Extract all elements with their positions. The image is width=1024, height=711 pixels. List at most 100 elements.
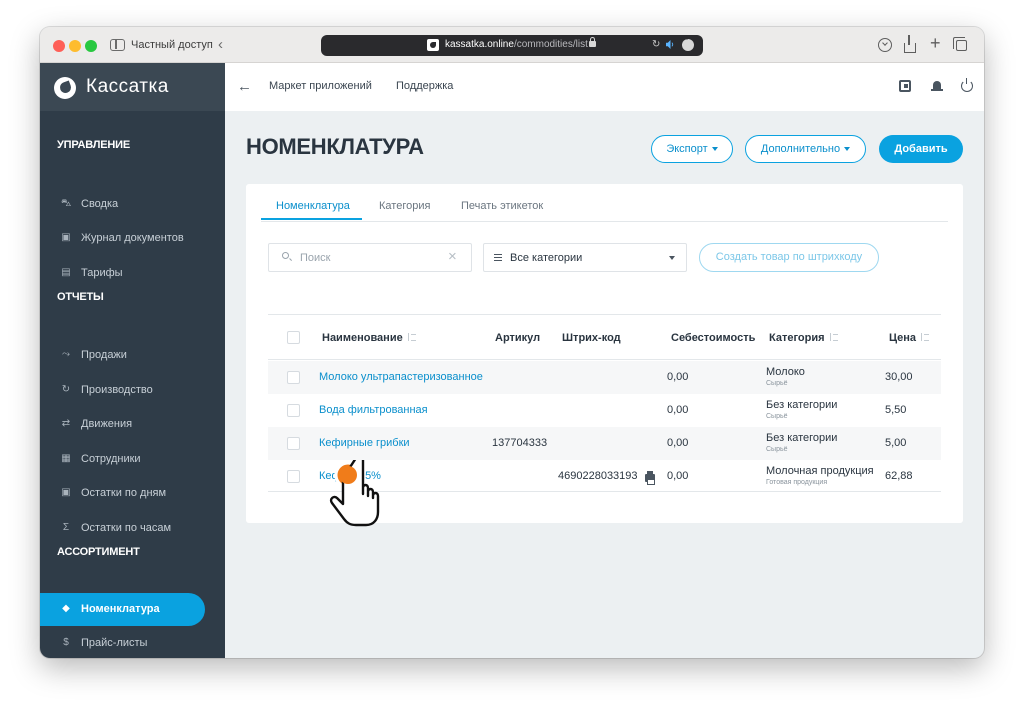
- sidebar-item-sales[interactable]: ⤳ Продажи: [40, 341, 225, 371]
- section-title-assortment: АССОРТИМЕНТ: [57, 546, 140, 558]
- export-button-label: Экспорт: [666, 143, 708, 155]
- sidebar-item-label: Производство: [81, 384, 153, 396]
- wallet-icon[interactable]: [899, 80, 911, 92]
- sidebar-item-stock-by-day[interactable]: ▣ Остатки по дням: [40, 479, 225, 509]
- sort-icon[interactable]: [921, 333, 930, 341]
- sidebar-item-tariffs[interactable]: ▤ Тарифы: [40, 259, 225, 289]
- tab-category[interactable]: Категория: [379, 200, 430, 212]
- calendar-icon: ▣: [61, 232, 71, 243]
- tab-label-printing[interactable]: Печать этикеток: [461, 200, 543, 212]
- table-header-divider: [268, 359, 941, 360]
- tag-icon: ◆: [62, 603, 70, 614]
- share-icon[interactable]: [904, 35, 916, 53]
- app-header: ← Маркет приложений Поддержка: [225, 63, 984, 111]
- search-placeholder: Поиск: [300, 252, 331, 264]
- trend-icon: ⤳: [62, 349, 70, 360]
- url-domain: kassatka.online: [445, 39, 514, 50]
- audio-icon[interactable]: [666, 40, 675, 49]
- search-input[interactable]: Поиск ×: [268, 243, 472, 272]
- tab-overview-icon[interactable]: [953, 37, 967, 51]
- product-article: 137704333: [492, 437, 548, 449]
- column-header-label: Цена: [889, 332, 917, 344]
- sidebar-item-documents[interactable]: ▣ Журнал документов: [40, 224, 225, 254]
- sidebar-item-label: Продажи: [81, 349, 127, 361]
- column-header-barcode: Штрих-код: [562, 332, 621, 344]
- row-checkbox[interactable]: [287, 371, 300, 384]
- more-button[interactable]: Дополнительно: [745, 135, 866, 163]
- header-link-support[interactable]: Поддержка: [396, 80, 453, 92]
- hand-cursor-icon: [329, 460, 380, 527]
- browser-back-icon[interactable]: ‹: [218, 36, 223, 53]
- reload-icon[interactable]: ↻: [652, 39, 660, 50]
- bell-icon[interactable]: [931, 80, 943, 92]
- column-header-category[interactable]: Категория: [769, 332, 838, 344]
- column-header-label: Категория: [769, 332, 825, 344]
- product-price: 5,00: [885, 437, 907, 449]
- sidebar-item-label: Номенклатура: [81, 603, 160, 615]
- select-all-checkbox[interactable]: [287, 331, 300, 344]
- header-link-app-market[interactable]: Маркет приложений: [269, 80, 372, 92]
- active-tab-indicator: [261, 218, 362, 220]
- row-checkbox[interactable]: [287, 437, 300, 450]
- sidebar-item-label: Остатки по дням: [81, 487, 167, 499]
- sidebar-item-nomenclature[interactable]: ◆ Номенклатура: [40, 593, 205, 626]
- address-bar[interactable]: kassatka.online/commodities/list ↻: [321, 35, 703, 56]
- create-by-barcode-button[interactable]: Создать товар по штрихкоду: [699, 243, 879, 272]
- product-price: 30,00: [885, 371, 913, 383]
- category-select[interactable]: Все категории: [483, 243, 687, 272]
- sidebar-item-label: Прайс-листы: [81, 637, 148, 649]
- product-name-link[interactable]: Кефирные грибки: [319, 437, 410, 449]
- refresh-icon: ↻: [61, 384, 71, 395]
- product-category-type: Сырьё: [766, 380, 788, 387]
- brand-header[interactable]: Кассатка: [40, 63, 225, 111]
- sidebar-toggle-icon[interactable]: [110, 39, 125, 51]
- sidebar-item-employees[interactable]: ▦ Сотрудники: [40, 445, 225, 475]
- sort-icon[interactable]: [829, 333, 838, 341]
- product-name-link[interactable]: Вода фильтрованная: [319, 404, 428, 416]
- chevron-down-icon: [669, 256, 675, 260]
- sort-icon[interactable]: [407, 333, 416, 341]
- row-checkbox[interactable]: [287, 404, 300, 417]
- sidebar-item-price-lists[interactable]: $ Прайс-листы: [40, 629, 225, 658]
- zoom-window-button[interactable]: [85, 40, 97, 52]
- chevron-down-icon: [844, 147, 851, 152]
- back-arrow-icon[interactable]: ←: [237, 78, 252, 95]
- product-price: 62,88: [885, 470, 913, 482]
- close-icon[interactable]: ×: [448, 248, 457, 265]
- sidebar-item-label: Сотрудники: [81, 453, 141, 465]
- new-tab-icon[interactable]: +: [930, 33, 941, 54]
- column-header-cost: Себестоимость: [671, 332, 756, 344]
- column-header-article: Артикул: [495, 332, 541, 344]
- add-button[interactable]: Добавить: [879, 135, 963, 163]
- kassatka-logo-icon: [54, 77, 76, 99]
- downloads-icon[interactable]: [878, 38, 892, 52]
- lock-icon: [589, 37, 596, 47]
- product-name-link[interactable]: Молоко ультрапастеризованное: [319, 371, 483, 383]
- power-icon[interactable]: [961, 78, 973, 92]
- column-header-label: Наименование: [322, 332, 403, 344]
- sidebar-item-production[interactable]: ↻ Производство: [40, 376, 225, 406]
- url-path: /commodities/list: [513, 39, 588, 50]
- brand-name: Кассатка: [86, 76, 169, 97]
- sidebar-item-stock-by-hour[interactable]: Σ Остатки по часам: [40, 514, 225, 544]
- export-button[interactable]: Экспорт: [651, 135, 733, 163]
- site-favicon-icon: [427, 39, 439, 51]
- table-row[interactable]: Молоко ультрапастеризованное 0,00 Молоко…: [268, 361, 941, 394]
- minimize-window-button[interactable]: [69, 40, 81, 52]
- close-window-button[interactable]: [53, 40, 65, 52]
- column-header-name[interactable]: Наименование: [322, 332, 416, 344]
- sidebar-item-summary[interactable]: ⛍ Сводка: [40, 190, 225, 220]
- row-checkbox[interactable]: [287, 470, 300, 483]
- extension-icon[interactable]: [682, 36, 694, 51]
- browser-window: Частный доступ ‹ kassatka.online/commodi…: [40, 27, 984, 658]
- category-select-value: Все категории: [510, 252, 583, 264]
- url-text: kassatka.online/commodities/list: [445, 39, 588, 50]
- product-cost: 0,00: [667, 470, 689, 482]
- click-indicator-core: [339, 466, 357, 484]
- table-row[interactable]: Вода фильтрованная 0,00 Без категории Сы…: [268, 394, 941, 427]
- printer-icon[interactable]: [645, 471, 655, 485]
- column-header-price[interactable]: Цена: [889, 332, 930, 344]
- table-row[interactable]: Кефирные грибки 137704333 0,00 Без катег…: [268, 427, 941, 460]
- sidebar-item-movements[interactable]: ⇄ Движения: [40, 410, 225, 440]
- tab-nomenclature[interactable]: Номенклатура: [276, 200, 350, 212]
